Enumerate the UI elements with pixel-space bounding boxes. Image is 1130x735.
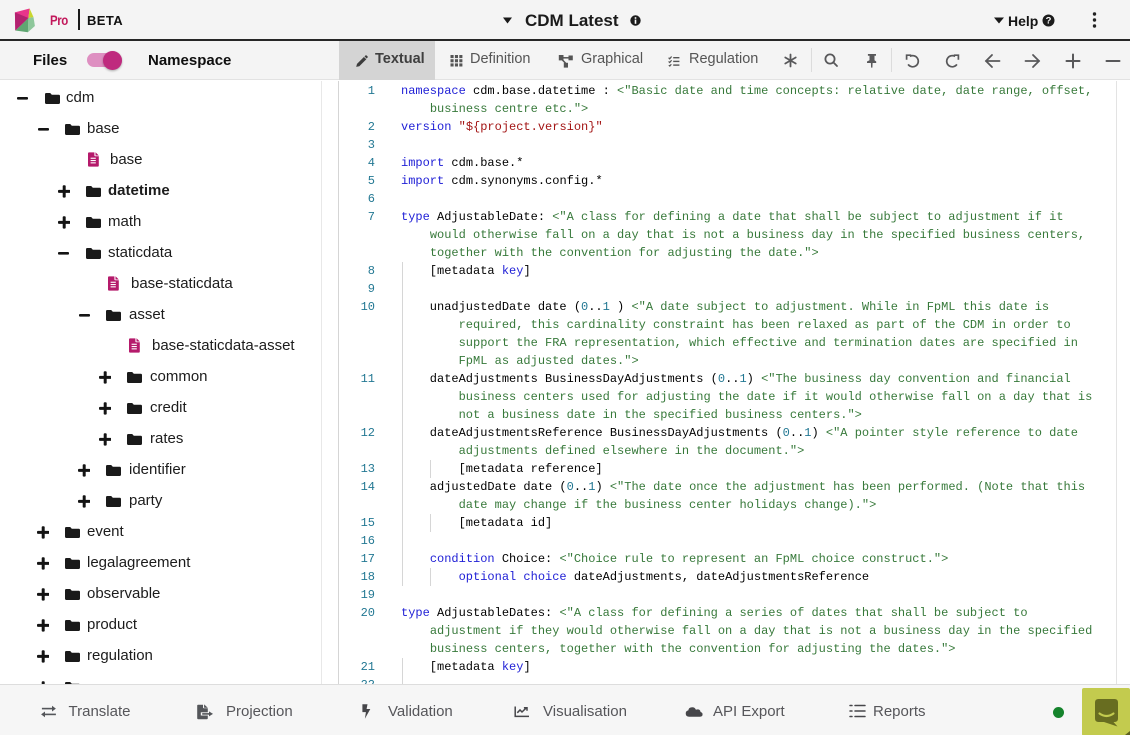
svg-text:?: ? <box>1046 16 1052 27</box>
